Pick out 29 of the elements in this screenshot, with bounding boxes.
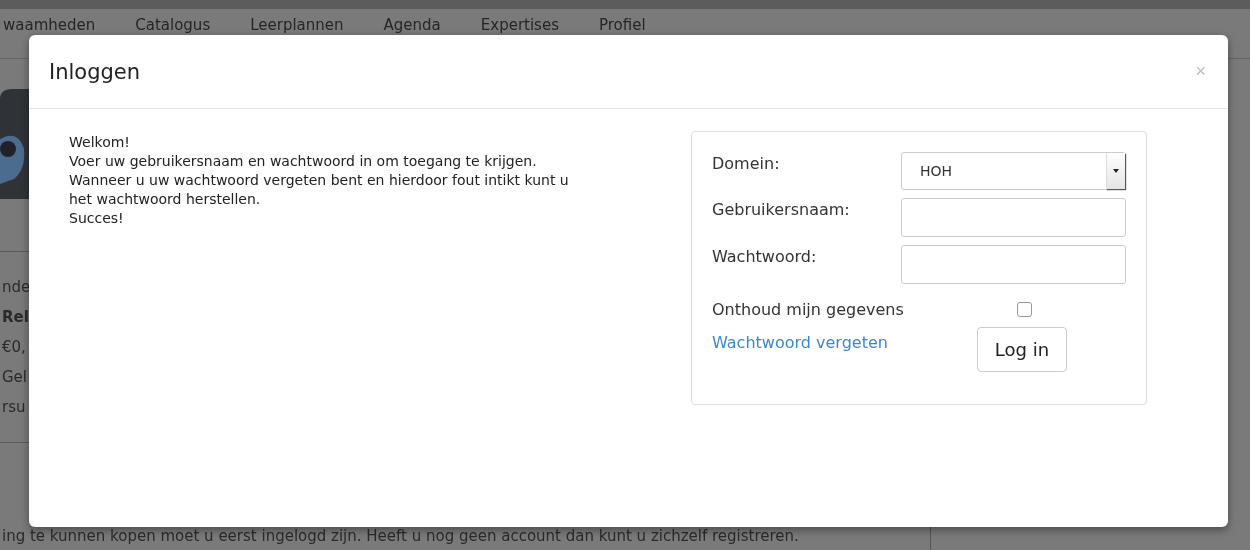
dialog-title: Inloggen [49, 59, 141, 84]
login-notice: ing te kunnen kopen moet u eerst ingelogd zijn. Heeft u nog geen account dan kunt u zichzelf registreren. [2, 527, 799, 545]
field-label: Gebruikersnaam: [712, 199, 850, 219]
domain-select[interactable]: HOH [901, 152, 1126, 190]
intro-text: Welkom! [69, 133, 131, 152]
remember-label: Onthoud mijn gegevens [712, 299, 904, 319]
close-button[interactable]: × [1195, 61, 1206, 82]
logo-icon [0, 89, 29, 199]
nav-link[interactable]: Agenda [383, 17, 441, 34]
nav-link[interactable]: Leerplannen [250, 17, 344, 34]
nav-link[interactable]: Expertises [480, 17, 559, 34]
text-fragment: Gel [2, 368, 29, 386]
text-fragment: nde [2, 278, 29, 296]
field-label: Wachtwoord: [712, 246, 817, 266]
nav-link[interactable]: Profiel [599, 17, 646, 34]
dropdown-icon [1113, 169, 1119, 173]
forgot-password-link[interactable]: Wachtwoord vergeten [712, 327, 888, 352]
nav-link[interactable]: Catalogus [135, 17, 211, 34]
field-label: Domein: [712, 153, 780, 173]
login-button[interactable]: Log in [977, 327, 1067, 372]
text-fragment: Rel [2, 308, 29, 326]
text-fragment: €0, [2, 338, 27, 356]
intro-text: Voer uw gebruikersnaam en wachtwoord in om toegang te krijgen. Wanneer u uw wachtwoord vergeten bent en hierdoor fout intikt kunt u het wachtwoord herstellen. [69, 152, 570, 209]
nav-link[interactable]: waamheden [3, 17, 96, 34]
username-field[interactable] [901, 198, 1126, 237]
intro-text: Succes! [69, 209, 125, 228]
remember-checkbox[interactable] [1017, 302, 1032, 317]
text-fragment: rsu [2, 398, 27, 416]
password-field[interactable] [901, 245, 1126, 284]
